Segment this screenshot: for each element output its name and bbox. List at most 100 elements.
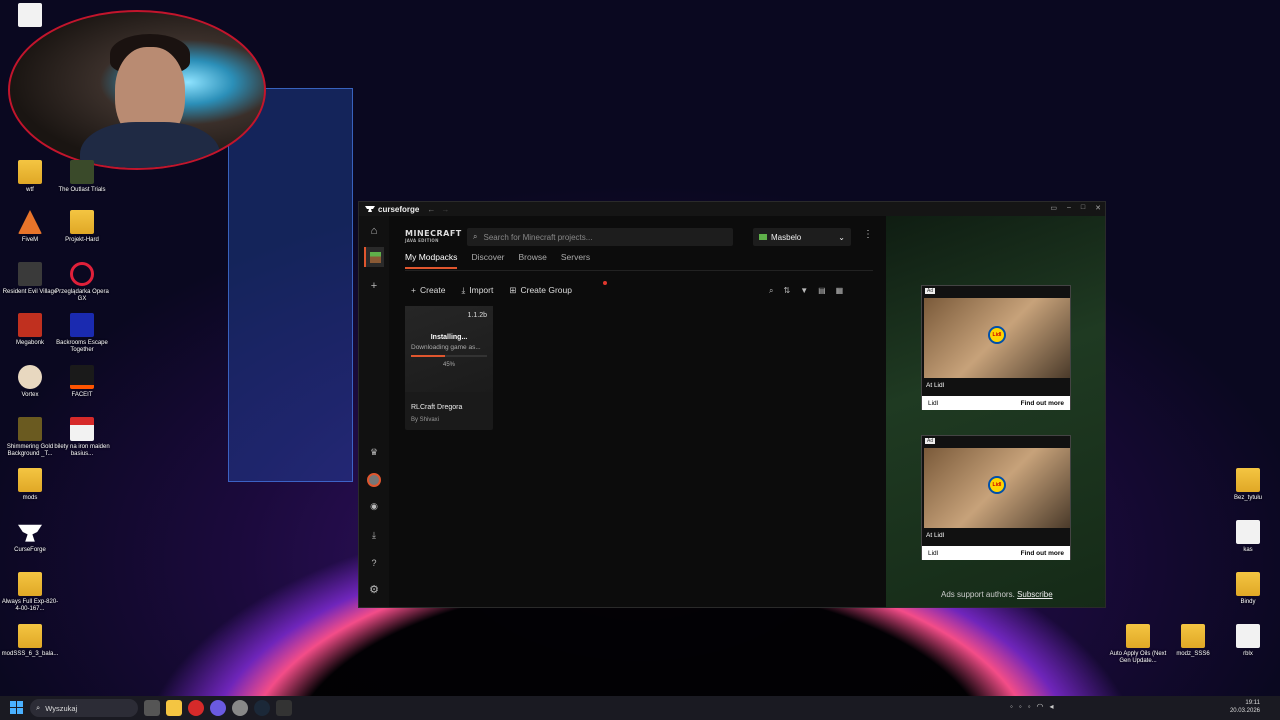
forward-arrow-icon[interactable]: → xyxy=(441,205,449,214)
settings-button[interactable]: ⚙ xyxy=(364,579,384,599)
import-button[interactable]: ⤓ Import xyxy=(461,285,493,296)
pdf-icon xyxy=(70,417,94,441)
desktop-icon-outlast[interactable]: The Outlast Trials xyxy=(52,160,112,194)
desktop-icon-projekt-hard[interactable]: Projekt-Hard xyxy=(52,210,112,244)
modpack-tabs: My Modpacks Discover Browse Servers xyxy=(405,252,590,269)
folder-icon xyxy=(18,468,42,492)
tray-icon[interactable]: ◦ xyxy=(1019,702,1022,711)
filter-icon[interactable]: ▼ xyxy=(800,286,808,296)
subscribe-link[interactable]: Subscribe xyxy=(1017,590,1053,599)
create-button[interactable]: + Create xyxy=(411,285,445,296)
desktop-icon-shimmering-gold[interactable]: Shimmering Gold Background _T... xyxy=(0,417,60,458)
downloads-button[interactable]: ⤓ xyxy=(364,525,384,545)
desktop-icon-megabonk[interactable]: Megabonk xyxy=(0,313,60,347)
lidl-logo: Lidl xyxy=(988,476,1006,494)
discord-icon[interactable] xyxy=(210,700,226,716)
desktop-icon-bilety[interactable]: bilety na iron maiden basius... xyxy=(52,417,112,458)
grid-view-icon[interactable]: ▦ xyxy=(836,286,844,296)
tray-icon[interactable]: ◦ xyxy=(1028,702,1031,711)
desktop-selection-rectangle xyxy=(228,88,353,482)
tab-servers[interactable]: Servers xyxy=(561,252,590,269)
folder-icon xyxy=(70,210,94,234)
install-progress-bar xyxy=(411,355,487,357)
home-icon: ⌂ xyxy=(370,225,378,237)
desktop-icon-wtf[interactable]: wtf xyxy=(0,160,60,194)
ad-support-note: Ads support authors. Subscribe xyxy=(941,590,1053,599)
minecraft-game-button[interactable] xyxy=(364,247,384,267)
desktop-icon-auto-apply-oils[interactable]: Auto Apply Oils (Next Gen Update... xyxy=(1108,624,1168,665)
discord-button[interactable]: ◉ xyxy=(364,496,384,516)
desktop-icon-vortex[interactable]: Vortex xyxy=(0,365,60,399)
tab-discover[interactable]: Discover xyxy=(471,252,504,269)
tab-my-modpacks[interactable]: My Modpacks xyxy=(405,252,458,269)
desktop-icon-recycle-bin[interactable] xyxy=(0,3,60,30)
volume-icon[interactable]: ◂ xyxy=(1050,702,1054,711)
task-view-icon[interactable] xyxy=(144,700,160,716)
folder-icon xyxy=(18,624,42,648)
desktop-icon-fivem[interactable]: FiveM xyxy=(0,210,60,244)
desktop-icon-rblx[interactable]: rblx xyxy=(1218,624,1278,658)
desktop-icon-modsss[interactable]: modSSS_6_3_bala... xyxy=(0,624,60,658)
tray-icon[interactable]: ◦ xyxy=(1010,702,1013,711)
notification-dot xyxy=(603,281,607,285)
wifi-icon[interactable]: ◠ xyxy=(1037,702,1044,711)
search-input[interactable]: ⌕ Search for Minecraft projects... xyxy=(467,228,733,246)
back-arrow-icon[interactable]: ← xyxy=(427,205,435,214)
search-icon[interactable]: ⌕ xyxy=(769,286,773,296)
profile-select[interactable]: Masbelo ⌄ xyxy=(753,228,851,246)
home-button[interactable]: ⌂ xyxy=(364,221,384,241)
question-icon: ? xyxy=(371,558,377,568)
desktop-icon-kas[interactable]: kas xyxy=(1218,520,1278,554)
desktop-icon-backrooms[interactable]: Backrooms Escape Together xyxy=(52,313,112,354)
add-game-button[interactable]: + xyxy=(364,276,384,296)
close-icon[interactable]: ✕ xyxy=(1095,204,1101,212)
steam-icon[interactable] xyxy=(254,700,270,716)
discord-icon: ◉ xyxy=(370,500,378,511)
app-icon[interactable] xyxy=(232,700,248,716)
desktop-icon-always-full[interactable]: Always Full Exp-820-4-00-167... xyxy=(0,572,60,613)
ad-unit[interactable]: Ad Lidl At Lidl Lidl Find out more xyxy=(921,435,1071,560)
layout-icon[interactable]: ▭ xyxy=(1050,204,1057,212)
find-out-more-button[interactable]: Find out more xyxy=(1021,550,1064,557)
desktop-icon-modz-sss6[interactable]: modz_SSS6 xyxy=(1163,624,1223,658)
desktop-icon-faceit[interactable]: FACEIT xyxy=(52,365,112,399)
ad-unit[interactable]: Ad Lidl At Lidl Lidl Find out more xyxy=(921,285,1071,410)
taskbar-clock[interactable]: 19:11 20.03.2026 xyxy=(1230,699,1260,715)
import-icon: ⤓ xyxy=(461,285,466,295)
minimize-icon[interactable]: – xyxy=(1067,204,1071,212)
account-button[interactable] xyxy=(364,470,384,490)
list-view-icon[interactable]: ▤ xyxy=(818,286,826,296)
folder-icon xyxy=(18,572,42,596)
tab-browse[interactable]: Browse xyxy=(519,252,547,269)
more-options-icon[interactable]: ⋮ xyxy=(863,229,873,240)
opera-gx-icon[interactable] xyxy=(188,700,204,716)
desktop-icon-bindy[interactable]: Bindy xyxy=(1218,572,1278,606)
window-controls: ▭ – □ ✕ xyxy=(1050,204,1101,212)
ad-tag: Ad xyxy=(925,288,936,294)
lidl-logo: Lidl xyxy=(988,326,1006,344)
curseforge-window: curseforge ← → ▭ – □ ✕ ⌂ + ♛ ◉ ⤓ ? ⚙ MIN… xyxy=(358,201,1106,608)
support-button[interactable]: ? xyxy=(364,553,384,573)
plus-icon: + xyxy=(370,280,378,292)
ad-pane: Ad Lidl At Lidl Lidl Find out more Ad Li… xyxy=(886,216,1105,607)
desktop-icon-curseforge[interactable]: CurseForge xyxy=(0,520,60,554)
modpack-card[interactable]: 1.1.2b Installing... Downloading game as… xyxy=(405,306,493,430)
premium-button[interactable]: ♛ xyxy=(364,442,384,462)
curseforge-icon[interactable] xyxy=(276,700,292,716)
create-group-button[interactable]: ⊞ Create Group xyxy=(509,285,572,296)
maximize-icon[interactable]: □ xyxy=(1081,204,1085,212)
tabs-divider xyxy=(405,270,873,271)
desktop-icon-mods[interactable]: mods xyxy=(0,468,60,502)
progress-fill xyxy=(411,355,446,357)
desktop-icon-opera-gx[interactable]: Przeglądarka Opera GX xyxy=(52,262,112,303)
fivem-icon xyxy=(18,210,42,234)
sort-icon[interactable]: ⇅ xyxy=(783,286,790,296)
install-detail: Downloading game as... xyxy=(411,344,481,351)
desktop-icon-bez-tytulu[interactable]: Bez_tytułu xyxy=(1218,468,1278,502)
start-button[interactable] xyxy=(10,701,23,714)
file-explorer-icon[interactable] xyxy=(166,700,182,716)
webcam-overlay xyxy=(8,10,266,170)
taskbar-search[interactable]: ⌕ Wyszukaj xyxy=(30,699,138,717)
find-out-more-button[interactable]: Find out more xyxy=(1021,400,1064,407)
desktop-icon-resident-evil[interactable]: Resident Evil Village xyxy=(0,262,60,296)
